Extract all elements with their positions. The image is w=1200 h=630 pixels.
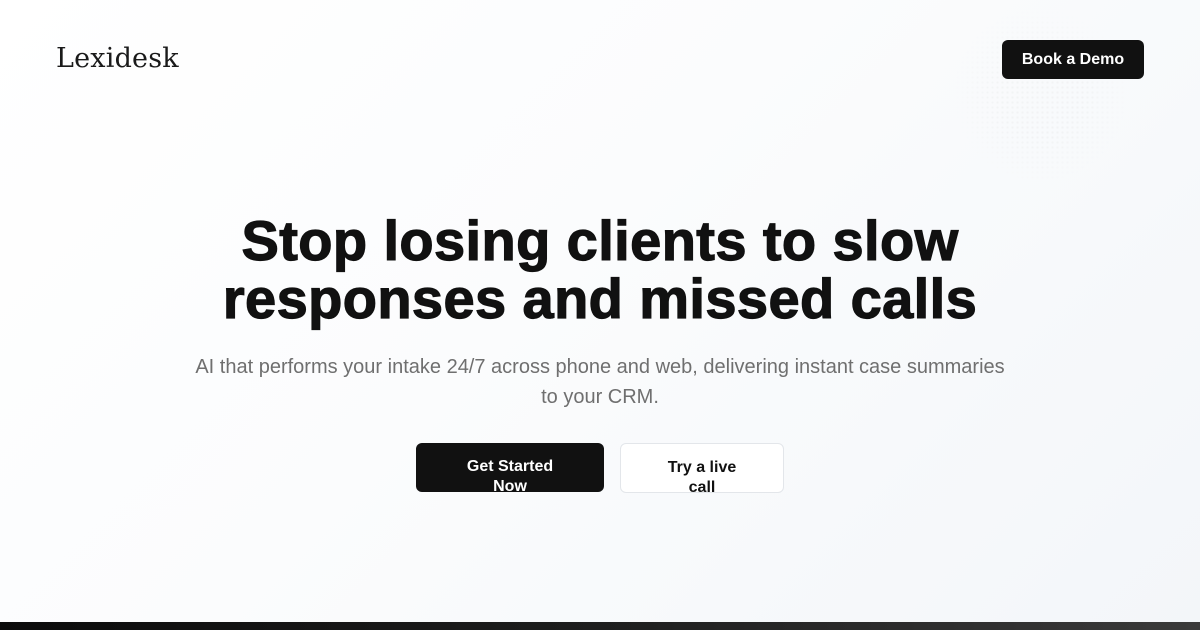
get-started-button[interactable]: Get Started Now <box>416 443 604 492</box>
try-live-call-button[interactable]: Try a live call <box>620 443 784 493</box>
hero-title: Stop losing clients to slow responses an… <box>222 209 978 330</box>
bottom-dark-strip <box>0 622 1200 630</box>
decorative-dot-pattern <box>940 10 1140 180</box>
logo[interactable]: Lexidesk <box>56 43 179 74</box>
hero-subtitle: AI that performs your intake 24/7 across… <box>195 356 1005 408</box>
book-demo-button[interactable]: Book a Demo <box>1002 40 1144 79</box>
